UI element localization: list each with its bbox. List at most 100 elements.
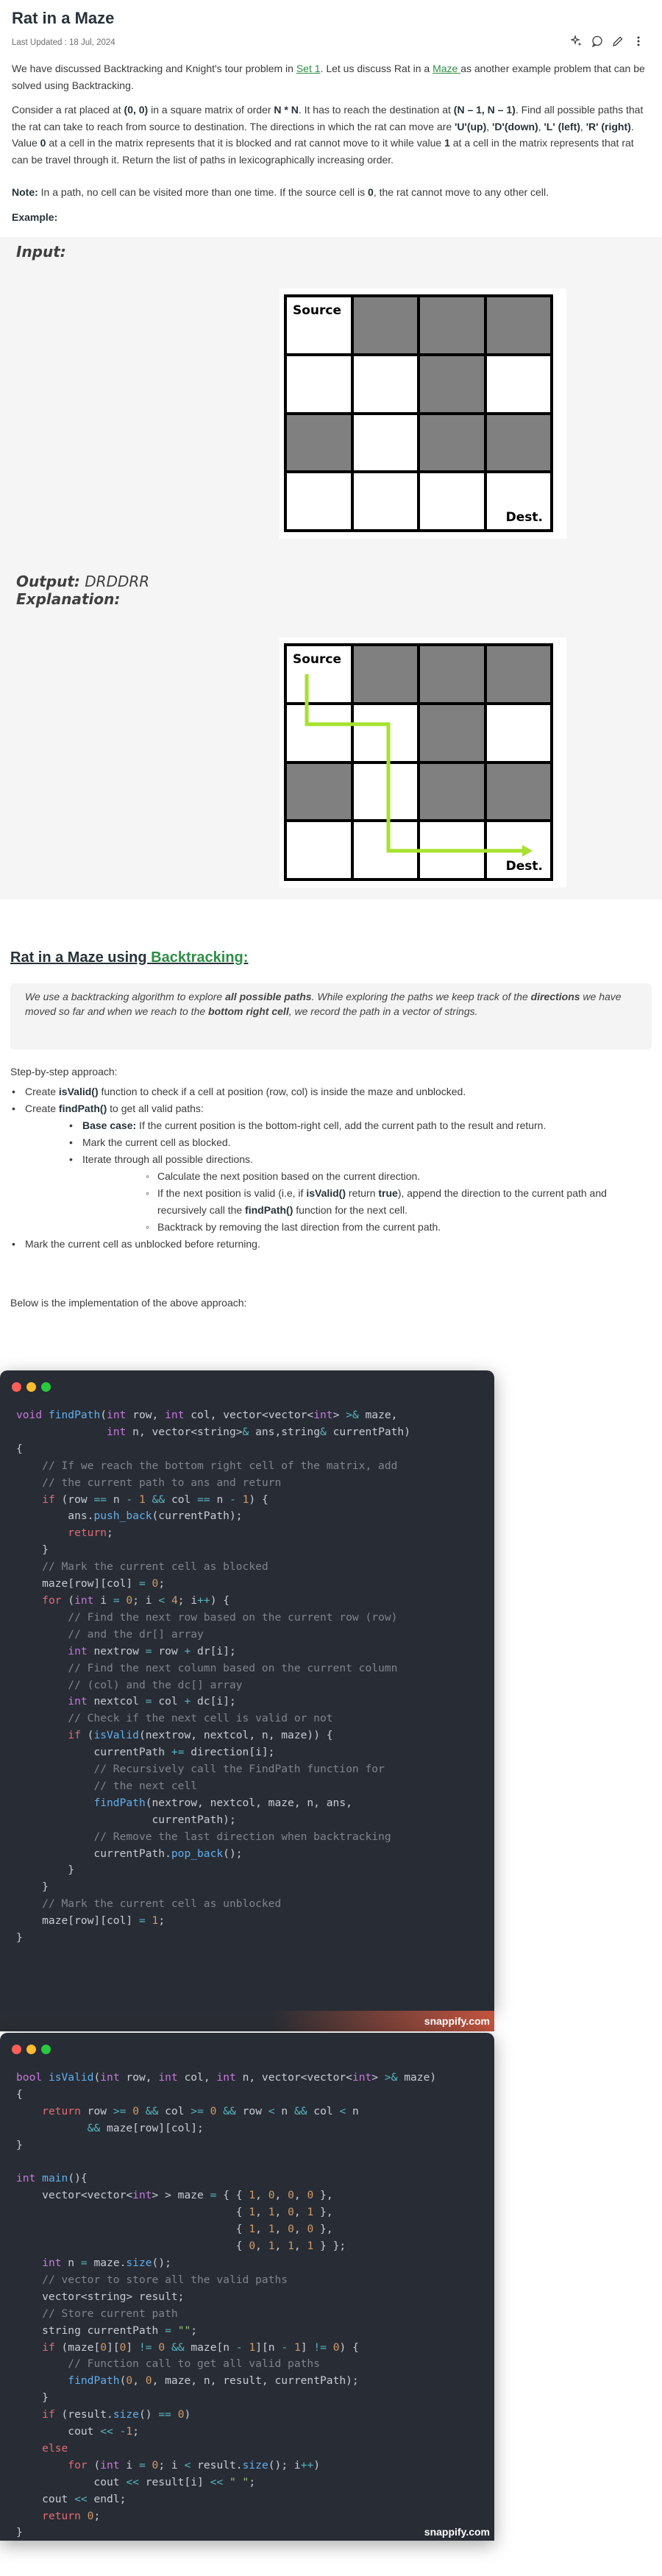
approach-steps: Create isValid() function to check if a …	[10, 1083, 652, 1253]
path-arrowhead	[522, 845, 533, 857]
ai-sparkle-icon[interactable]	[571, 35, 583, 47]
problem-bold: 'D'(down)	[492, 120, 538, 132]
path-line	[305, 674, 524, 853]
last-updated: Last Updated : 18 Jul, 2024	[12, 38, 115, 47]
code-block-main[interactable]: bool isValid(int row, int col, int n, ve…	[0, 2062, 494, 2541]
list-item: Base case: If the current position is th…	[10, 1117, 652, 1134]
maximize-dot-icon	[41, 2045, 51, 2054]
example-heading: Example:	[12, 209, 652, 226]
problem-bold: 1	[444, 137, 450, 149]
list-item: Calculate the next position based on the…	[10, 1168, 652, 1185]
window-titlebar	[0, 1370, 494, 1400]
implementation-label: Below is the implementation of the above…	[10, 1297, 247, 1309]
blocked-cell	[486, 297, 550, 353]
note-label: Note:	[12, 186, 38, 198]
output-line: Output: DRDDRR	[16, 573, 149, 590]
solution-maze-card: Source Dest.	[280, 637, 566, 888]
list-item: Create findPath() to get all valid paths…	[10, 1100, 652, 1117]
problem-text: at a cell in the matrix represents that …	[46, 137, 445, 149]
quote-text: , we record the path in a vector of stri…	[288, 1005, 478, 1017]
comment-icon[interactable]	[591, 35, 603, 47]
intro-paragraph-1: We have discussed Backtracking and Knigh…	[12, 60, 652, 93]
quote-text: . While exploring the paths we keep trac…	[311, 991, 531, 1002]
note-text: In a path, no cell can be visited more t…	[38, 186, 369, 198]
blocked-cell	[353, 297, 417, 353]
problem-bold: (0, 0)	[124, 104, 149, 116]
output-label: Output:	[16, 573, 80, 590]
set-1-link[interactable]: Set 1	[296, 63, 321, 74]
open-cell: Dest.	[486, 473, 550, 529]
problem-bold: 'U'(up)	[455, 120, 487, 132]
window-titlebar	[0, 2033, 494, 2062]
maze-link[interactable]: Maze	[433, 63, 460, 74]
watermark: snappify.com	[424, 2526, 490, 2538]
intro-text: . Let us discuss Rat in a	[320, 63, 433, 74]
note-paragraph: Note: In a path, no cell can be visited …	[12, 184, 652, 201]
code-window-main: bool isValid(int row, int col, int n, ve…	[0, 2033, 494, 2541]
intro-text: We have discussed Backtracking and Knigh…	[12, 63, 296, 74]
destination-label: Dest.	[505, 510, 543, 525]
problem-text: . It has to reach the destination at	[298, 104, 454, 116]
open-cell	[353, 414, 417, 471]
input-maze-card: Source Dest.	[280, 289, 566, 539]
explanation-label: Explanation:	[16, 590, 121, 608]
code-footer-1: snappify.com	[0, 2011, 494, 2031]
minimize-dot-icon	[26, 1382, 36, 1392]
close-dot-icon	[12, 2045, 21, 2054]
intro-paragraph-2: Consider a rat placed at (0, 0) in a squ…	[12, 102, 652, 168]
quote-bold: bottom right cell	[208, 1005, 289, 1017]
problem-bold: (N – 1, N – 1)	[453, 104, 516, 116]
quote-bold: directions	[530, 991, 580, 1002]
article-header: Rat in a Maze Last Updated : 18 Jul, 202…	[12, 6, 652, 50]
more-icon[interactable]	[633, 35, 644, 47]
blocked-cell	[287, 414, 351, 471]
close-dot-icon	[12, 1382, 21, 1392]
code-window-findpath: void findPath(int row, int col, vector<v…	[0, 1370, 494, 2011]
minimize-dot-icon	[26, 2045, 36, 2054]
example-label: Example:	[12, 211, 58, 223]
backtracking-link[interactable]: Backtracking:	[151, 949, 248, 966]
list-item: Mark the current cell as blocked.	[10, 1134, 652, 1151]
edit-icon[interactable]	[612, 35, 624, 47]
note-text: , the rat cannot move to any other cell.	[373, 186, 549, 198]
open-cell	[420, 473, 484, 529]
watermark: snappify.com	[424, 2015, 490, 2027]
blocked-cell	[486, 414, 550, 471]
list-item: Iterate through all possible directions.	[10, 1151, 652, 1168]
problem-text: Consider a rat placed at	[12, 104, 124, 116]
open-cell	[353, 473, 417, 529]
open-cell	[287, 355, 351, 412]
problem-text: in a square matrix of order	[148, 104, 274, 116]
blocked-cell	[420, 414, 484, 471]
blocked-cell	[420, 297, 484, 353]
note-bold: 0	[368, 186, 374, 198]
problem-text: ,	[486, 120, 493, 132]
list-item: If the next position is valid (i.e, if i…	[10, 1185, 652, 1219]
problem-bold: 'R' (right)	[586, 120, 631, 132]
output-value: DRDDRR	[79, 573, 150, 590]
maximize-dot-icon	[41, 1382, 51, 1392]
quote-bold: all possible paths	[225, 991, 312, 1002]
open-cell	[287, 473, 351, 529]
input-maze: Source Dest.	[284, 294, 553, 532]
list-item: Backtrack by removing the last direction…	[10, 1219, 652, 1236]
quote-text: We use a backtracking algorithm to explo…	[25, 991, 226, 1002]
blocked-cell	[420, 355, 484, 412]
approach-label: Step-by-step approach:	[10, 1066, 118, 1078]
input-label: Input:	[16, 243, 66, 261]
approach-quote: We use a backtracking algorithm to explo…	[10, 983, 652, 1050]
article-toolbar	[571, 35, 644, 47]
code-block-findpath[interactable]: void findPath(int row, int col, vector<v…	[0, 1400, 494, 1947]
section-title: Rat in a Maze using Backtracking:	[10, 949, 248, 966]
list-item: Create isValid() function to check if a …	[10, 1083, 652, 1100]
section-title-text: Rat in a Maze using	[10, 949, 152, 966]
problem-bold: 'L' (left)	[544, 120, 580, 132]
example-box: Input: Source Dest. Output: DRDDRR Explan…	[0, 237, 662, 899]
open-cell	[486, 355, 550, 412]
problem-bold: N * N	[274, 104, 299, 116]
problem-text: ,	[580, 120, 586, 132]
solution-path	[305, 674, 533, 857]
open-cell	[353, 355, 417, 412]
page-title: Rat in a Maze	[12, 9, 115, 27]
open-cell: Source	[287, 297, 351, 353]
